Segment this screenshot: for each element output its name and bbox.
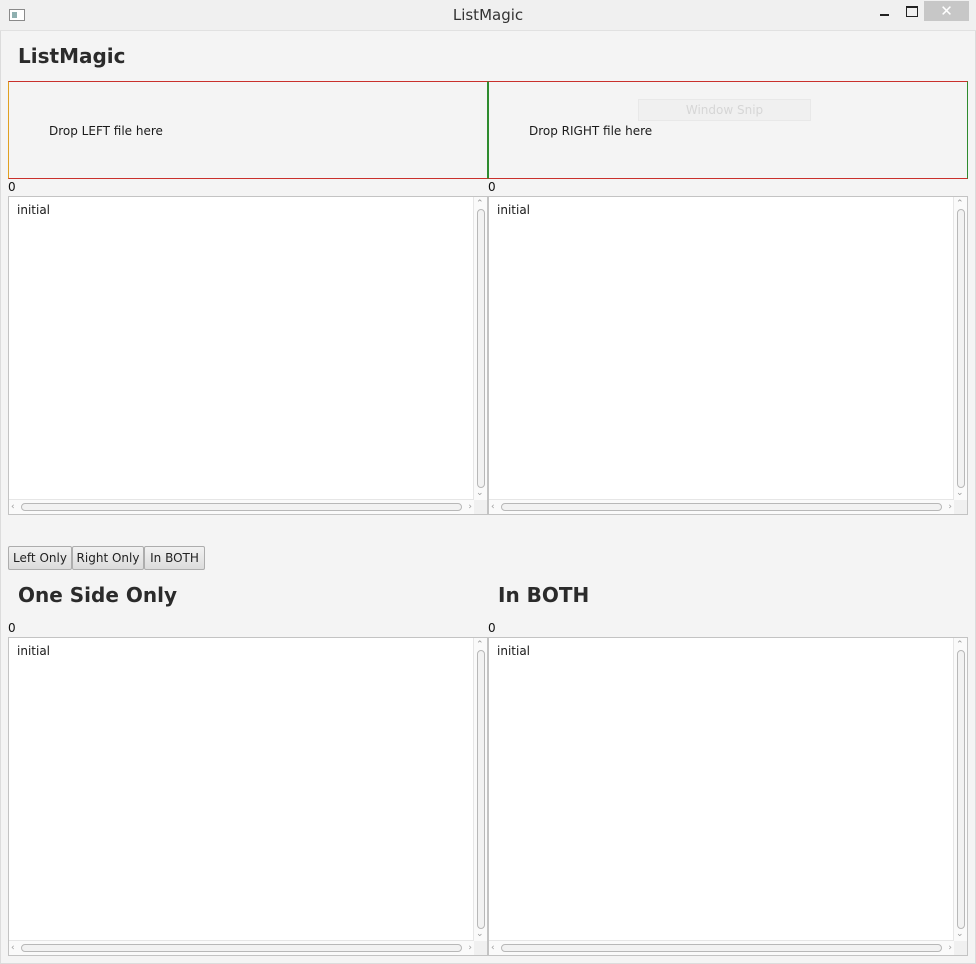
vertical-scrollbar[interactable]: ⌃ ⌄ — [473, 638, 487, 941]
scroll-corner — [474, 941, 487, 955]
scroll-left-icon[interactable]: ‹ — [11, 502, 15, 512]
scroll-thumb[interactable] — [957, 650, 965, 929]
left-drop-zone[interactable]: Drop LEFT file here — [8, 81, 488, 179]
in-both-button[interactable]: In BOTH — [144, 546, 205, 570]
list-item[interactable]: initial — [497, 644, 530, 658]
right-only-button[interactable]: Right Only — [72, 546, 144, 570]
left-list[interactable]: initial ⌃ ⌄ ‹ › — [8, 196, 488, 515]
app-heading: ListMagic — [18, 44, 126, 68]
scroll-left-icon[interactable]: ‹ — [11, 943, 15, 953]
list-item[interactable]: initial — [497, 203, 530, 217]
scroll-up-icon[interactable]: ⌃ — [476, 199, 484, 209]
scroll-up-icon[interactable]: ⌃ — [956, 199, 964, 209]
scroll-right-icon[interactable]: › — [948, 943, 952, 953]
left-count: 0 — [8, 180, 16, 194]
scroll-up-icon[interactable]: ⌃ — [956, 640, 964, 650]
scroll-right-icon[interactable]: › — [468, 943, 472, 953]
list-item[interactable]: initial — [17, 203, 50, 217]
scroll-corner — [474, 500, 487, 514]
close-icon: ✕ — [940, 2, 953, 20]
vertical-scrollbar[interactable]: ⌃ ⌄ — [953, 638, 967, 941]
scroll-down-icon[interactable]: ⌄ — [476, 488, 484, 498]
minimize-button[interactable] — [872, 4, 896, 24]
horizontal-scrollbar[interactable]: ‹ › — [9, 940, 474, 955]
left-drop-label: Drop LEFT file here — [49, 124, 163, 138]
horizontal-scrollbar[interactable]: ‹ › — [489, 940, 954, 955]
scroll-down-icon[interactable]: ⌄ — [476, 929, 484, 939]
scroll-corner — [954, 500, 967, 514]
one-side-count: 0 — [8, 621, 16, 635]
scroll-thumb[interactable] — [21, 503, 462, 511]
right-count: 0 — [488, 180, 496, 194]
list-item[interactable]: initial — [17, 644, 50, 658]
scroll-down-icon[interactable]: ⌄ — [956, 488, 964, 498]
left-only-button[interactable]: Left Only — [8, 546, 72, 570]
horizontal-scrollbar[interactable]: ‹ › — [489, 499, 954, 514]
scroll-down-icon[interactable]: ⌄ — [956, 929, 964, 939]
right-drop-label: Drop RIGHT file here — [529, 124, 653, 138]
scroll-up-icon[interactable]: ⌃ — [476, 640, 484, 650]
window-snip-overlay: Window Snip — [638, 99, 811, 121]
scroll-right-icon[interactable]: › — [948, 502, 952, 512]
right-list[interactable]: initial ⌃ ⌄ ‹ › — [488, 196, 968, 515]
maximize-button[interactable] — [899, 4, 923, 24]
scroll-thumb[interactable] — [477, 650, 485, 929]
scroll-thumb[interactable] — [21, 944, 462, 952]
one-side-heading: One Side Only — [18, 583, 178, 607]
one-side-list[interactable]: initial ⌃ ⌄ ‹ › — [8, 637, 488, 956]
vertical-scrollbar[interactable]: ⌃ ⌄ — [473, 197, 487, 500]
in-both-heading: In BOTH — [498, 583, 590, 607]
right-drop-zone[interactable]: Drop RIGHT file here — [488, 81, 968, 179]
in-both-list[interactable]: initial ⌃ ⌄ ‹ › — [488, 637, 968, 956]
scroll-thumb[interactable] — [501, 944, 942, 952]
scroll-thumb[interactable] — [501, 503, 942, 511]
close-button[interactable]: ✕ — [924, 1, 969, 21]
in-both-count: 0 — [488, 621, 496, 635]
scroll-left-icon[interactable]: ‹ — [491, 502, 495, 512]
vertical-scrollbar[interactable]: ⌃ ⌄ — [953, 197, 967, 500]
scroll-thumb[interactable] — [477, 209, 485, 488]
window-title: ListMagic — [452, 6, 524, 24]
scroll-right-icon[interactable]: › — [468, 502, 472, 512]
scroll-left-icon[interactable]: ‹ — [491, 943, 495, 953]
scroll-thumb[interactable] — [957, 209, 965, 488]
scroll-corner — [954, 941, 967, 955]
horizontal-scrollbar[interactable]: ‹ › — [9, 499, 474, 514]
